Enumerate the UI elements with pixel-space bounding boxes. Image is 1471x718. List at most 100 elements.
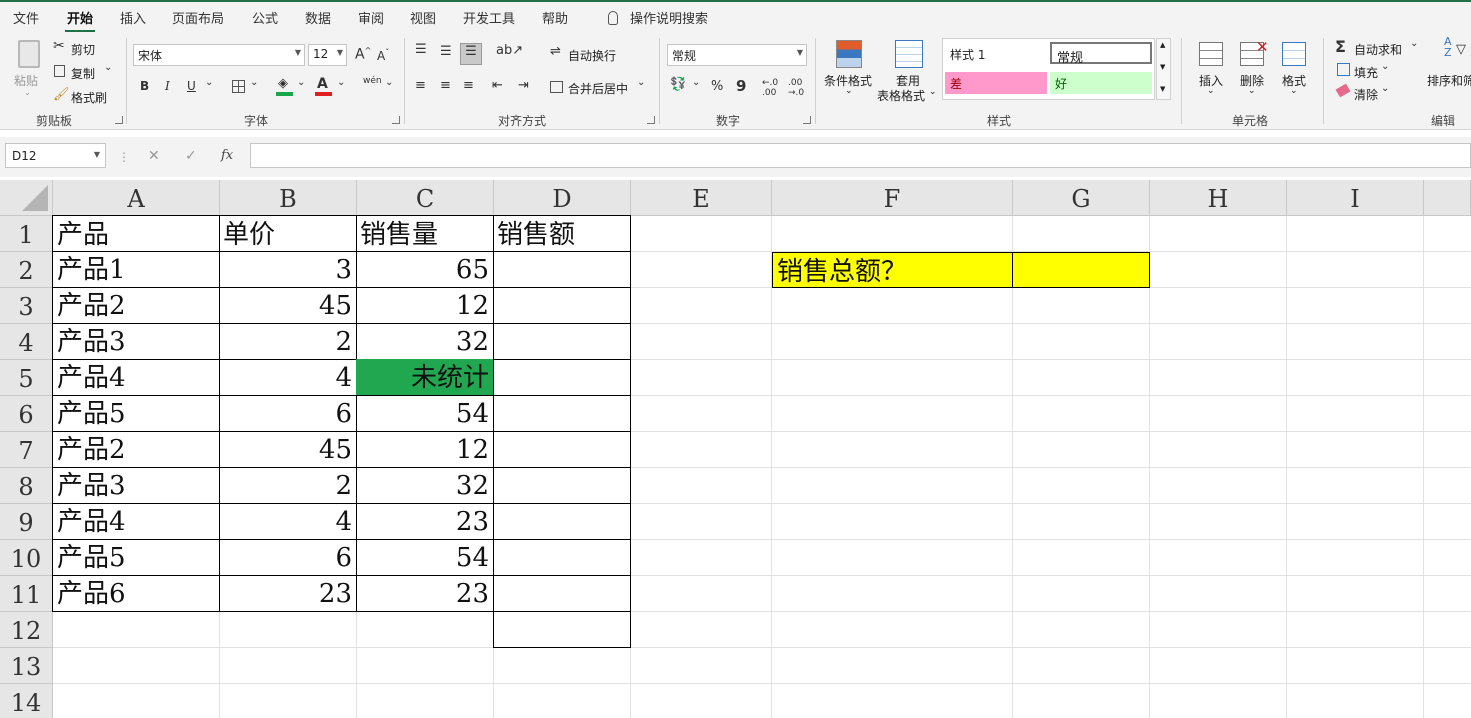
increase-decimal-button[interactable]: ←.0.00 <box>762 78 778 98</box>
styles-gallery-scroll[interactable]: ▲ ▼ ▼ <box>1156 38 1171 100</box>
cell[interactable] <box>493 395 631 432</box>
column-header-i[interactable]: I <box>1287 180 1424 216</box>
scroll-up-icon[interactable]: ▲ <box>1160 41 1165 49</box>
cell[interactable]: 12 <box>356 287 494 324</box>
summary-label-cell[interactable]: 销售总额？ <box>772 252 1013 288</box>
align-right-button[interactable]: ≡ <box>463 78 474 93</box>
column-header-d[interactable]: D <box>494 180 631 216</box>
row-header-1[interactable]: 1 <box>0 216 53 252</box>
row-header-13[interactable]: 13 <box>0 648 53 684</box>
bold-button[interactable]: B <box>140 79 149 93</box>
tab-review[interactable]: 审阅 <box>358 8 384 27</box>
cell[interactable]: 12 <box>356 431 494 468</box>
cell[interactable]: 产品3 <box>52 323 220 360</box>
font-color-dropdown-icon[interactable]: ⌄ <box>337 77 345 88</box>
cell[interactable]: 32 <box>356 323 494 360</box>
align-middle-button[interactable]: ☰ <box>440 44 452 59</box>
cell[interactable] <box>493 467 631 504</box>
header-cell[interactable]: 产品 <box>52 215 220 252</box>
cell[interactable]: 产品4 <box>52 359 220 396</box>
cell[interactable]: 23 <box>219 575 357 612</box>
cell[interactable]: 产品3 <box>52 467 220 504</box>
cell[interactable]: 4 <box>219 359 357 396</box>
column-header-e[interactable]: E <box>631 180 772 216</box>
cell[interactable]: 65 <box>356 251 494 288</box>
cell[interactable]: 产品5 <box>52 539 220 576</box>
cell[interactable]: 产品1 <box>52 251 220 288</box>
borders-button[interactable] <box>232 80 245 93</box>
header-cell[interactable]: 单价 <box>219 215 357 252</box>
grow-font-button[interactable]: A^ <box>355 46 371 63</box>
row-header-9[interactable]: 9 <box>0 504 53 540</box>
phonetic-guide-button[interactable]: wén <box>363 76 382 86</box>
tab-developer[interactable]: 开发工具 <box>463 8 515 27</box>
column-header-a[interactable]: A <box>53 180 220 216</box>
header-cell[interactable]: 销售量 <box>356 215 494 252</box>
font-launcher-icon[interactable] <box>392 116 400 124</box>
fill-color-button[interactable]: ◈ <box>278 76 288 91</box>
row-header-8[interactable]: 8 <box>0 468 53 504</box>
cell[interactable]: 产品2 <box>52 287 220 324</box>
merge-dropdown-icon[interactable]: ⌄ <box>637 77 645 88</box>
name-box[interactable]: D12 ▼ <box>5 143 106 168</box>
cell[interactable]: 4 <box>219 503 357 540</box>
row-header-2[interactable]: 2 <box>0 252 53 288</box>
orientation-button[interactable]: ab↗ <box>496 43 523 58</box>
row-header-6[interactable]: 6 <box>0 396 53 432</box>
align-bottom-button[interactable]: ☰ <box>460 43 482 65</box>
tab-view[interactable]: 视图 <box>410 8 436 27</box>
column-header-b[interactable]: B <box>220 180 357 216</box>
tab-insert[interactable]: 插入 <box>120 8 146 27</box>
underline-button[interactable]: U <box>187 79 196 93</box>
row-header-10[interactable]: 10 <box>0 540 53 576</box>
cell[interactable]: 54 <box>356 395 494 432</box>
number-launcher-icon[interactable] <box>803 116 811 124</box>
number-format-select[interactable]: 常规 ▼ <box>667 44 807 66</box>
cell[interactable] <box>493 503 631 540</box>
cell[interactable]: 54 <box>356 539 494 576</box>
font-color-button[interactable]: A <box>317 76 328 92</box>
align-top-button[interactable]: ☰ <box>415 42 427 57</box>
tab-data[interactable]: 数据 <box>305 8 331 27</box>
currency-button[interactable]: 💱 <box>670 77 686 92</box>
currency-dropdown-icon[interactable]: ⌄ <box>692 77 700 88</box>
cell[interactable]: 产品4 <box>52 503 220 540</box>
cell[interactable] <box>493 323 631 360</box>
row-header-12[interactable]: 12 <box>0 612 53 648</box>
alignment-launcher-icon[interactable] <box>647 116 655 124</box>
cell[interactable]: 2 <box>219 467 357 504</box>
style-bad[interactable]: 差 <box>945 72 1047 94</box>
comma-button[interactable]: 9 <box>736 77 746 95</box>
summary-value-cell[interactable] <box>1013 252 1150 288</box>
font-size-select[interactable]: 12 ▼ <box>308 44 347 66</box>
scroll-down-icon[interactable]: ▼ <box>1160 63 1165 71</box>
column-header-f[interactable]: F <box>772 180 1013 216</box>
cell[interactable] <box>493 431 631 468</box>
enter-icon[interactable]: ✓ <box>185 148 197 164</box>
style-style1[interactable]: 样式 1 <box>945 43 1047 65</box>
cell[interactable]: 23 <box>356 575 494 612</box>
unstat-cell[interactable]: 未统计 <box>356 359 494 396</box>
column-header-h[interactable]: H <box>1150 180 1287 216</box>
cell-d12[interactable] <box>493 611 631 648</box>
phonetic-dropdown-icon[interactable]: ⌄ <box>385 77 393 88</box>
cell[interactable]: 3 <box>219 251 357 288</box>
cell[interactable] <box>493 575 631 612</box>
cell[interactable]: 6 <box>219 395 357 432</box>
tab-file[interactable]: 文件 <box>13 8 39 27</box>
row-header-4[interactable]: 4 <box>0 324 53 360</box>
column-header-g[interactable]: G <box>1013 180 1150 216</box>
cell[interactable]: 45 <box>219 431 357 468</box>
cell[interactable] <box>493 359 631 396</box>
cell[interactable] <box>493 251 631 288</box>
gallery-more-icon[interactable]: ▼ <box>1160 85 1165 93</box>
wrap-text-button[interactable]: 自动换行 <box>568 47 616 64</box>
select-all-button[interactable] <box>0 180 53 216</box>
insert-function-icon[interactable]: fx <box>221 148 233 163</box>
align-left-button[interactable]: ≡ <box>415 78 426 93</box>
percent-button[interactable]: % <box>711 79 723 94</box>
italic-button[interactable]: I <box>165 79 170 93</box>
tab-help[interactable]: 帮助 <box>542 8 568 27</box>
cell[interactable]: 产品2 <box>52 431 220 468</box>
underline-dropdown-icon[interactable]: ⌄ <box>205 77 213 88</box>
